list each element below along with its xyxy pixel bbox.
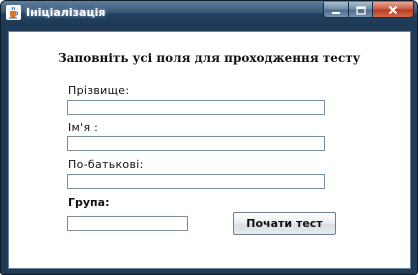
first-name-field[interactable]	[67, 136, 325, 151]
patronymic-field[interactable]	[67, 174, 325, 189]
title-bar[interactable]: Ініціалізація	[1, 1, 417, 25]
java-cup-icon	[6, 5, 21, 20]
patronymic-label: По-батькові:	[68, 158, 144, 171]
first-name-label: Ім'я :	[68, 121, 99, 134]
close-icon	[388, 1, 398, 19]
window-title: Ініціалізація	[26, 6, 106, 19]
surname-label: Прізвище:	[68, 84, 130, 97]
close-button[interactable]	[372, 2, 414, 18]
group-label: Група:	[68, 196, 110, 209]
surname-field[interactable]	[67, 100, 325, 115]
minimize-icon	[331, 1, 341, 19]
minimize-button[interactable]	[323, 2, 349, 18]
start-test-button[interactable]: Почати тест	[233, 212, 336, 235]
maximize-button[interactable]	[348, 2, 373, 18]
form-heading: Заповніть усі поля для проходження тесту	[58, 51, 361, 65]
maximize-icon	[355, 1, 366, 19]
group-field[interactable]	[67, 216, 188, 231]
